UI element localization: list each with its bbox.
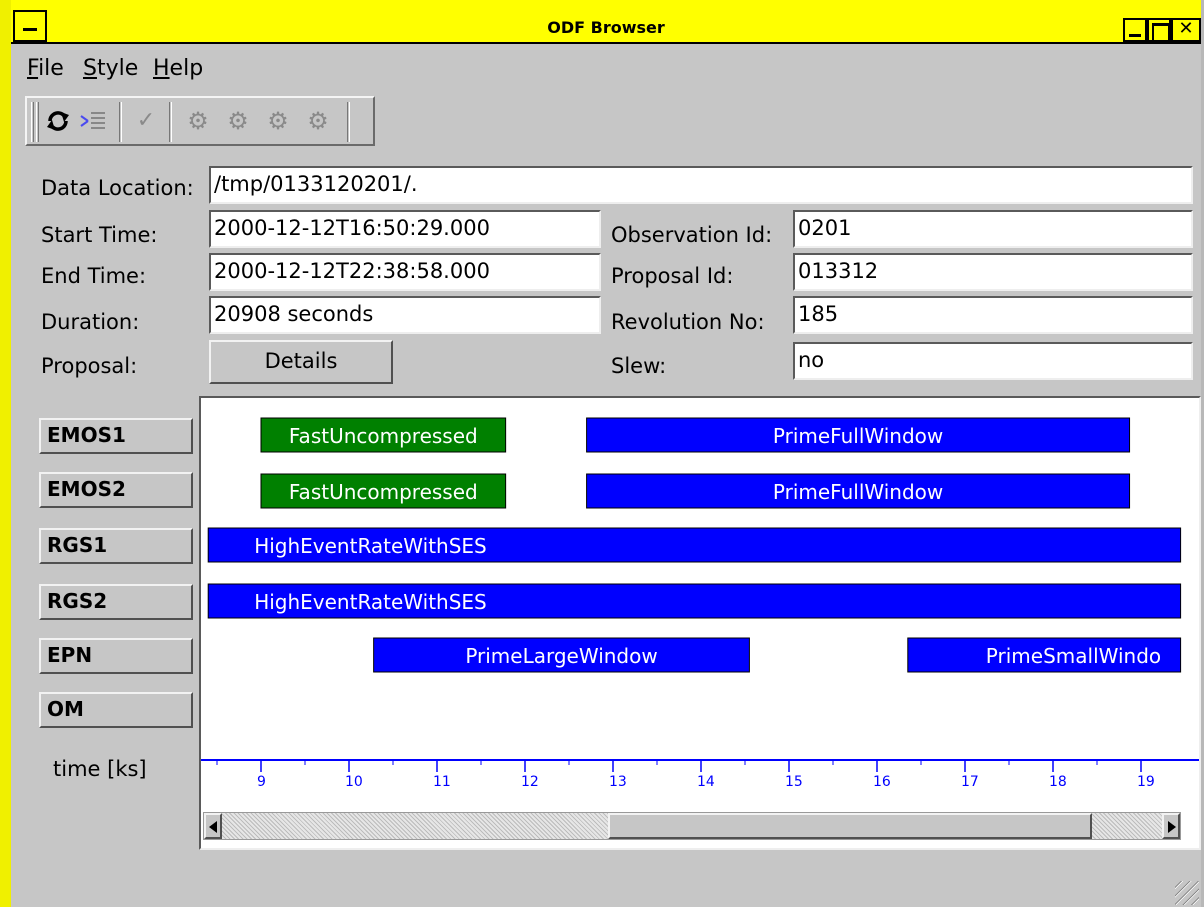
start-time-field[interactable]: 2000-12-12T16:50:29.000 [209,210,601,248]
time-axis-tick-label: 13 [609,774,627,790]
menu-help[interactable]: Help [153,56,203,81]
title-bar[interactable]: ODF Browser ✕ [11,0,1201,44]
odf-browser-window: ODF Browser ✕ File Style Help ✓ ⚙ ⚙ ⚙ ⚙ … [0,0,1204,907]
data-location-label: Data Location: [41,176,194,200]
filter-icon[interactable] [79,106,109,136]
gear-icon[interactable]: ⚙ [263,106,293,136]
time-axis-tick-label: 12 [521,774,539,790]
gear-icon[interactable]: ⚙ [183,106,213,136]
timeline-segment-label: PrimeFullWindow [773,424,943,448]
toolbar-separator [347,102,350,142]
refresh-icon[interactable] [43,106,73,136]
timeline-segment[interactable]: HighEventRateWithSES [207,527,1182,563]
minimize-button[interactable] [1123,18,1147,42]
horizontal-scrollbar[interactable] [203,812,1181,840]
timeline-segment[interactable]: FastUncompressed [260,417,507,453]
scrollbar-thumb[interactable] [608,813,1093,839]
time-axis-tick-label: 10 [345,774,363,790]
time-axis-tick-label: 9 [257,774,266,790]
window-title: ODF Browser [547,18,665,37]
instrument-button-rgs2[interactable]: RGS2 [39,584,193,620]
timeline-segment-label: HighEventRateWithSES [254,590,487,614]
toolbar-grip[interactable] [31,102,34,142]
timeline-segment[interactable]: PrimeSmallWindo [907,637,1182,673]
revolution-no-field[interactable]: 185 [793,296,1193,334]
gear-icon[interactable]: ⚙ [303,106,333,136]
timeline-segment-label: PrimeFullWindow [773,480,943,504]
instrument-button-emos1[interactable]: EMOS1 [39,418,193,454]
scroll-right-arrow-icon[interactable] [1162,813,1180,839]
close-button[interactable]: ✕ [1171,18,1201,42]
time-axis-tick-label: 19 [1137,774,1155,790]
instrument-button-emos2[interactable]: EMOS2 [39,472,193,508]
time-axis-tick-label: 17 [961,774,979,790]
time-axis-tick-label: 11 [433,774,451,790]
toolbar-separator [169,102,172,142]
gear-icon[interactable]: ⚙ [223,106,253,136]
instrument-button-epn[interactable]: EPN [39,638,193,674]
end-time-label: End Time: [41,264,147,288]
slew-label: Slew: [611,354,667,378]
instrument-button-rgs1[interactable]: RGS1 [39,528,193,564]
timeline-segment[interactable]: PrimeLargeWindow [373,637,750,673]
revolution-no-label: Revolution No: [611,310,765,334]
time-axis-tick-label: 14 [697,774,715,790]
proposal-label: Proposal: [41,354,138,378]
time-axis-tick-label: 15 [785,774,803,790]
observation-id-field[interactable]: 0201 [793,210,1193,248]
end-time-field[interactable]: 2000-12-12T22:38:58.000 [209,253,601,291]
timeline-panel: FastUncompressed PrimeFullWindow FastUncom… [199,396,1201,850]
details-button[interactable]: Details [209,340,393,384]
duration-field[interactable]: 20908 seconds [209,296,601,334]
timeline-segment-label: HighEventRateWithSES [254,534,487,558]
check-icon[interactable]: ✓ [131,106,161,136]
timeline-segment-label: FastUncompressed [289,424,478,448]
resize-grip-icon[interactable] [1175,881,1199,905]
data-location-field[interactable]: /tmp/0133120201/. [209,166,1193,204]
timeline-segment-label: PrimeLargeWindow [465,644,657,668]
timeline-segment[interactable]: PrimeFullWindow [586,417,1131,453]
menu-file[interactable]: File [27,56,64,81]
observation-id-label: Observation Id: [611,223,773,247]
start-time-label: Start Time: [41,223,158,247]
instrument-button-om[interactable]: OM [39,692,193,728]
timeline-segment-label: PrimeSmallWindo [986,644,1161,668]
slew-field[interactable]: no [793,342,1193,380]
toolbar-separator [119,102,122,142]
time-axis-label: time [ks] [53,757,147,781]
time-axis-tick-label: 18 [1049,774,1067,790]
timeline-segment[interactable]: PrimeFullWindow [586,473,1131,509]
duration-label: Duration: [41,310,140,334]
timeline-segment[interactable]: HighEventRateWithSES [207,583,1182,619]
time-axis-tick-label: 16 [873,774,891,790]
menu-style[interactable]: Style [83,56,138,81]
scroll-left-arrow-icon[interactable] [204,813,222,839]
timeline-segment-label: FastUncompressed [289,480,478,504]
timeline-chart: FastUncompressed PrimeFullWindow FastUncom… [201,417,1199,790]
toolbar-grip[interactable] [36,102,39,142]
proposal-id-field[interactable]: 013312 [793,253,1193,291]
toolbar: ✓ ⚙ ⚙ ⚙ ⚙ [25,96,375,146]
timeline-segment[interactable]: FastUncompressed [260,473,507,509]
proposal-id-label: Proposal Id: [611,264,734,288]
maximize-button[interactable] [1147,18,1171,42]
